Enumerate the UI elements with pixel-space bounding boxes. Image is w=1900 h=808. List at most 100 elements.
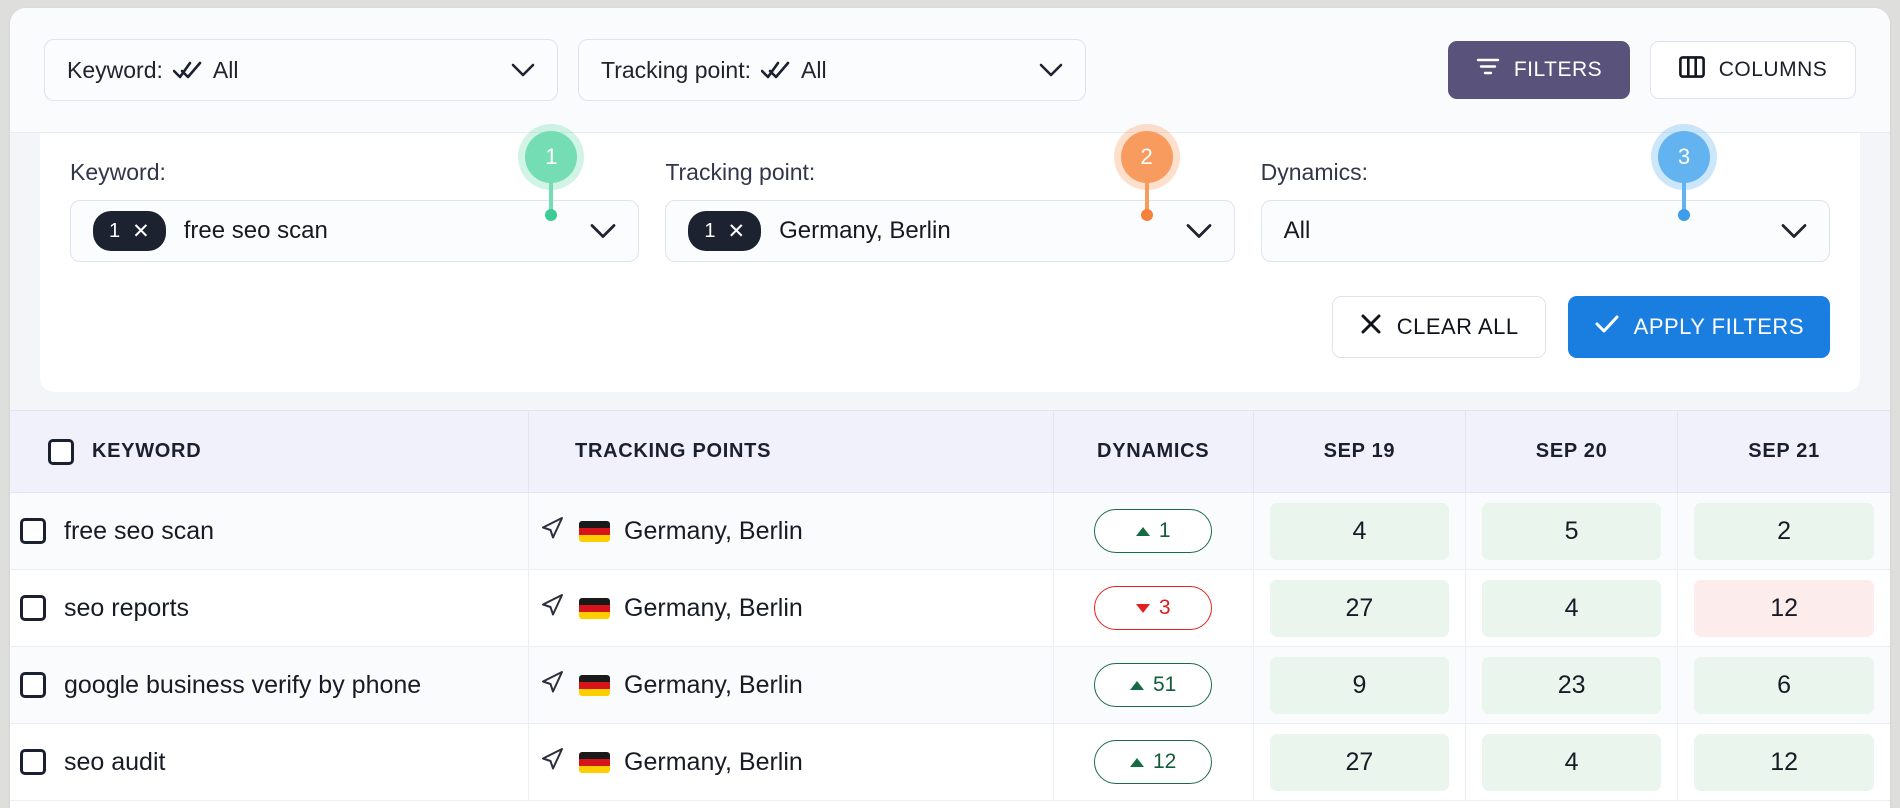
chevron-down-icon[interactable] [511, 63, 535, 77]
keyword-text: google business verify by phone [64, 671, 421, 700]
row-checkbox[interactable] [20, 595, 46, 621]
filter-panel: Keyword: 1 ✕ free seo scan 1 [40, 133, 1860, 392]
table-row[interactable]: free seo scan Germany, Berlin 1 4 5 2 [10, 493, 1890, 570]
close-icon[interactable]: ✕ [132, 221, 150, 242]
column-header-tracking-points[interactable]: TRACKING POINTS [529, 411, 1054, 493]
chevron-down-icon[interactable] [590, 224, 616, 239]
callout-badge-2: 2 [1121, 131, 1173, 183]
cell-dynamics: 51 [1053, 647, 1253, 724]
cell-tracking-point: Germany, Berlin [529, 493, 1054, 570]
tracking-point-text: Germany, Berlin [624, 517, 803, 546]
location-arrow-icon [539, 669, 565, 702]
column-header-sep-21[interactable]: SEP 21 [1678, 411, 1890, 493]
close-icon[interactable]: ✕ [727, 221, 745, 242]
rank-value: 5 [1565, 517, 1579, 546]
filter-dynamics-select[interactable]: All [1261, 200, 1830, 262]
columns-icon [1679, 56, 1705, 84]
tracking-point-text: Germany, Berlin [624, 594, 803, 623]
dynamics-badge: 1 [1094, 509, 1212, 553]
cell-rank-day-3: 2 [1678, 493, 1890, 570]
table-header: KEYWORD TRACKING POINTS DYNAMICS SEP 19 … [10, 411, 1890, 493]
filter-icon [1476, 57, 1500, 83]
keyword-text: seo reports [64, 594, 189, 623]
rank-value: 6 [1777, 671, 1791, 700]
tracking-point-chip[interactable]: 1 ✕ [688, 211, 761, 251]
cell-rank-day-2: 5 [1466, 493, 1678, 570]
keyword-chip-count: 1 [109, 220, 120, 243]
keyword-quick-select[interactable]: Keyword: All [44, 39, 558, 101]
table-row[interactable]: google business verify by phone Germany, … [10, 647, 1890, 724]
column-header-keyword-label: KEYWORD [92, 440, 201, 463]
clear-all-button[interactable]: CLEAR ALL [1332, 296, 1546, 358]
tracking-point-text: Germany, Berlin [624, 671, 803, 700]
dynamics-value: 1 [1159, 519, 1171, 543]
rank-value: 12 [1770, 748, 1798, 777]
dynamics-badge: 12 [1094, 740, 1212, 784]
keyword-text: seo audit [64, 748, 165, 777]
germany-flag-icon [579, 675, 610, 696]
filters-button-label: FILTERS [1514, 58, 1602, 82]
keyword-chip[interactable]: 1 ✕ [93, 211, 166, 251]
columns-button[interactable]: COLUMNS [1650, 41, 1856, 99]
filters-button[interactable]: FILTERS [1448, 41, 1630, 99]
rank-pill: 4 [1270, 503, 1449, 560]
rankings-table: KEYWORD TRACKING POINTS DYNAMICS SEP 19 … [10, 410, 1890, 801]
germany-flag-icon [579, 752, 610, 773]
row-checkbox[interactable] [20, 672, 46, 698]
rank-pill: 9 [1270, 657, 1449, 714]
row-checkbox[interactable] [20, 749, 46, 775]
filter-field-tracking-point: Tracking point: 1 ✕ Germany, Berlin 2 [665, 159, 1234, 262]
clear-all-button-label: CLEAR ALL [1397, 314, 1519, 340]
filter-keyword-value: free seo scan [184, 217, 328, 245]
chevron-down-icon[interactable] [1781, 224, 1807, 239]
cell-keyword[interactable]: free seo scan [10, 493, 529, 570]
apply-filters-button[interactable]: APPLY FILTERS [1568, 296, 1830, 358]
cell-keyword[interactable]: seo reports [10, 570, 529, 647]
callout-badge-3: 3 [1658, 131, 1710, 183]
filter-dynamics-value: All [1284, 217, 1311, 245]
keyword-quick-select-label: Keyword: [67, 57, 163, 84]
cell-rank-day-2: 4 [1466, 724, 1678, 801]
cell-rank-day-1: 9 [1253, 647, 1465, 724]
chevron-down-icon[interactable] [1039, 63, 1063, 77]
location-arrow-icon [539, 592, 565, 625]
callout-badge-1-number: 1 [545, 144, 557, 170]
cell-keyword[interactable]: google business verify by phone [10, 647, 529, 724]
column-header-sep-20[interactable]: SEP 20 [1466, 411, 1678, 493]
select-all-checkbox[interactable] [48, 439, 74, 465]
tracking-point-quick-select[interactable]: Tracking point: All [578, 39, 1086, 101]
filter-actions: CLEAR ALL APPLY FILTERS [70, 296, 1830, 358]
cell-tracking-point: Germany, Berlin [529, 570, 1054, 647]
row-checkbox[interactable] [20, 518, 46, 544]
tracking-point-text: Germany, Berlin [624, 748, 803, 777]
dynamics-badge: 51 [1094, 663, 1212, 707]
germany-flag-icon [579, 521, 610, 542]
cell-dynamics: 1 [1053, 493, 1253, 570]
column-header-sep-19[interactable]: SEP 19 [1253, 411, 1465, 493]
cell-keyword[interactable]: seo audit [10, 724, 529, 801]
rank-value: 2 [1777, 517, 1791, 546]
germany-flag-icon [579, 598, 610, 619]
toolbar: Keyword: All Tracking point: All [10, 8, 1890, 133]
cell-rank-day-2: 4 [1466, 570, 1678, 647]
filter-tracking-point-value: Germany, Berlin [779, 217, 951, 245]
filter-field-dynamics: Dynamics: All 3 [1261, 159, 1830, 262]
column-header-dynamics[interactable]: DYNAMICS [1053, 411, 1253, 493]
filter-field-keyword: Keyword: 1 ✕ free seo scan 1 [70, 159, 639, 262]
filter-panel-wrapper: Keyword: 1 ✕ free seo scan 1 [10, 133, 1890, 410]
app-window: Keyword: All Tracking point: All [10, 8, 1890, 808]
callout-badge-2-number: 2 [1141, 144, 1153, 170]
table-row[interactable]: seo auditGermany, Berlin1227412 [10, 724, 1890, 801]
table-row[interactable]: seo reportsGermany, Berlin327412 [10, 570, 1890, 647]
tracking-point-quick-select-value: All [801, 57, 827, 84]
cell-rank-day-1: 4 [1253, 493, 1465, 570]
double-check-icon [173, 60, 203, 80]
filter-fields: Keyword: 1 ✕ free seo scan 1 [70, 159, 1830, 262]
column-header-keyword[interactable]: KEYWORD [10, 411, 529, 493]
cell-tracking-point: Germany, Berlin [529, 724, 1054, 801]
rank-pill: 4 [1482, 734, 1661, 791]
tracking-point-chip-count: 1 [704, 220, 715, 243]
cell-rank-day-3: 6 [1678, 647, 1890, 724]
chevron-down-icon[interactable] [1186, 224, 1212, 239]
arrow-down-icon [1136, 604, 1150, 613]
